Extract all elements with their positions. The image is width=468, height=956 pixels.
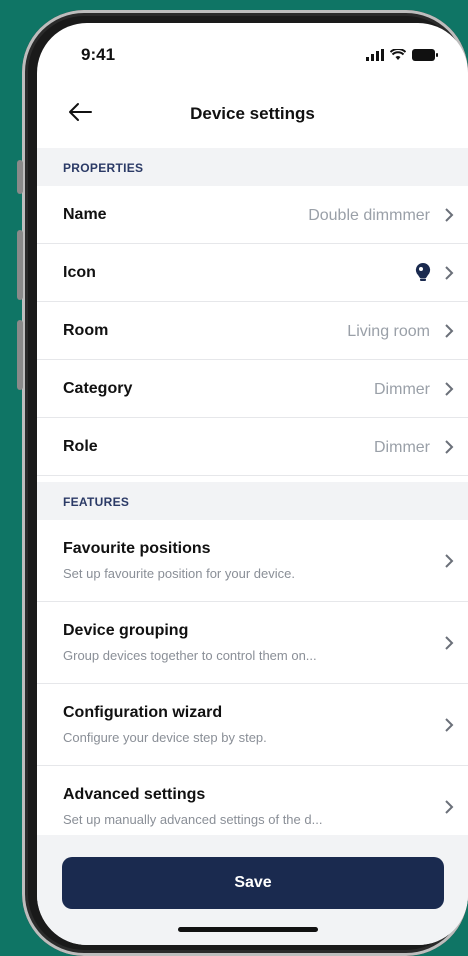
- signal-icon: [366, 49, 384, 61]
- chevron-right-icon: [445, 324, 454, 338]
- header: Device settings: [37, 88, 468, 138]
- volume-down-button: [17, 320, 23, 390]
- feature-title: Favourite positions: [63, 540, 211, 557]
- chevron-right-icon: [445, 382, 454, 396]
- phone-frame: 9:41 Device settings PROPERTIES Name Dou…: [22, 10, 468, 956]
- chevron-right-icon: [445, 440, 454, 454]
- row-icon[interactable]: Icon: [37, 244, 468, 302]
- screen: 9:41 Device settings PROPERTIES Name Dou…: [37, 23, 468, 945]
- chevron-right-icon: [445, 718, 454, 732]
- row-name[interactable]: Name Double dimmmer: [37, 186, 468, 244]
- row-value: Double dimmmer: [308, 207, 430, 224]
- feature-title: Advanced settings: [63, 786, 206, 803]
- chevron-right-icon: [445, 208, 454, 222]
- feature-device-grouping[interactable]: Device grouping Group devices together t…: [37, 602, 468, 684]
- row-category[interactable]: Category Dimmer: [37, 360, 468, 418]
- row-value: Living room: [347, 323, 430, 340]
- status-icons: [366, 49, 438, 61]
- feature-subtitle: Set up favourite position for your devic…: [63, 566, 295, 581]
- chevron-right-icon: [445, 800, 454, 814]
- wifi-icon: [390, 49, 406, 60]
- chevron-right-icon: [445, 636, 454, 650]
- chevron-right-icon: [445, 266, 454, 280]
- row-room[interactable]: Room Living room: [37, 302, 468, 360]
- row-value: Dimmer: [374, 439, 430, 456]
- volume-up-button: [17, 230, 23, 300]
- row-label: Category: [63, 380, 133, 397]
- chevron-right-icon: [445, 554, 454, 568]
- battery-icon: [412, 49, 438, 61]
- feature-subtitle: Configure your device step by step.: [63, 730, 267, 745]
- feature-favourite-positions[interactable]: Favourite positions Set up favourite pos…: [37, 520, 468, 602]
- lightbulb-icon: [415, 262, 431, 281]
- feature-title: Configuration wizard: [63, 704, 223, 721]
- status-time: 9:41: [81, 45, 116, 64]
- mute-switch: [17, 160, 23, 194]
- home-indicator[interactable]: [178, 927, 318, 932]
- row-label: Icon: [63, 264, 96, 281]
- row-role[interactable]: Role Dimmer: [37, 418, 468, 476]
- section-label-properties: PROPERTIES: [37, 148, 468, 186]
- status-bar: 9:41: [37, 23, 468, 83]
- page-title: Device settings: [190, 104, 315, 123]
- save-button[interactable]: Save: [62, 857, 444, 909]
- row-label: Role: [63, 438, 98, 455]
- row-label: Name: [63, 206, 107, 223]
- section-label-features: FEATURES: [37, 482, 468, 520]
- feature-title: Device grouping: [63, 622, 189, 639]
- row-label: Room: [63, 322, 109, 339]
- feature-configuration-wizard[interactable]: Configuration wizard Configure your devi…: [37, 684, 468, 766]
- row-value: Dimmer: [374, 381, 430, 398]
- feature-subtitle: Group devices together to control them o…: [63, 648, 317, 663]
- feature-subtitle: Set up manually advanced settings of the…: [63, 812, 323, 827]
- footer: Save: [37, 835, 468, 945]
